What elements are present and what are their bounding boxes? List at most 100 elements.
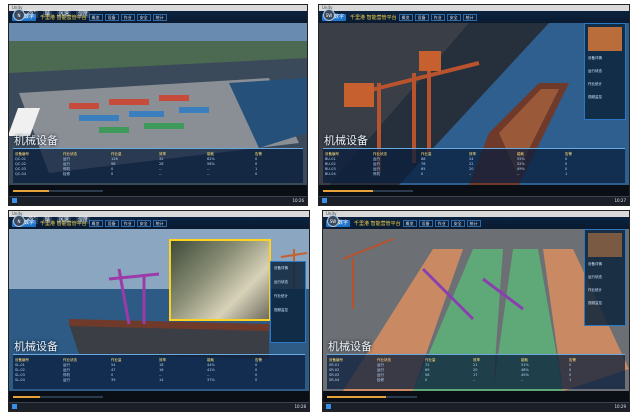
weather-condition: 晴 (42, 9, 52, 18)
table-column: 设备编号 BU-01 BU-02 BU-03 BU-04 (325, 152, 339, 176)
nav-equipment[interactable]: 设备 (104, 219, 119, 227)
side-label[interactable]: 视频监控 (274, 308, 288, 313)
weather-humidity: 湿度 (75, 9, 90, 18)
compass-icon[interactable]: SW (327, 215, 339, 227)
equipment-table: 设备编号 SR-01 SR-02 SR-03 SR-04 作业状态 运行 运行 运行 检修 作业… (327, 354, 625, 389)
nav-safety[interactable]: 安全 (446, 13, 461, 21)
app-title: 千里港 智能营管平台 (354, 220, 401, 227)
windows-start-icon[interactable] (326, 404, 331, 409)
screenshot-panel-crane: Unity 港口数字 千里港 智能营管平台 概览 设备 作业 安全 统计 SW … (318, 4, 630, 206)
section-title: 机械设备 (328, 340, 372, 353)
app-title: 千里港 智能营管平台 (350, 14, 397, 21)
nav-safety[interactable]: 安全 (450, 219, 465, 227)
screenshot-panel-loader: Unity 港口数字 千里港 智能营管平台 概览 设备 作业 安全 统计 N 2… (8, 210, 310, 412)
nav-statistics[interactable]: 统计 (462, 13, 477, 21)
table-column: 告警 0 0 0 1 (565, 152, 572, 176)
table-column: 设备编号 QC-01 QC-02 QC-03 QC-04 (15, 152, 29, 176)
os-taskbar: 10:27 (319, 196, 629, 205)
nav-safety[interactable]: 安全 (136, 219, 151, 227)
nav-overview[interactable]: 概览 (398, 13, 413, 21)
os-taskbar: 10:29 (323, 402, 629, 411)
timeline-progress[interactable] (13, 190, 103, 192)
windows-start-icon[interactable] (322, 198, 327, 203)
equipment-thumbnail (588, 233, 622, 257)
taskbar-clock: 10:27 (614, 198, 626, 203)
weather-temp: 26° (25, 215, 38, 224)
camera-feed-overlay[interactable] (169, 239, 271, 321)
taskbar-clock: 10:28 (294, 404, 306, 409)
nav-statistics[interactable]: 统计 (152, 219, 167, 227)
os-taskbar: 10:26 (9, 196, 307, 205)
side-label: 设备详情 (588, 56, 602, 60)
nav-equipment[interactable]: 设备 (418, 219, 433, 227)
side-label: 运行状态 (588, 69, 602, 73)
table-column: 作业状态 运行 运行 运行 检修 (377, 358, 391, 382)
table-column: 作业量 54 47 0 39 (111, 358, 122, 382)
nav-statistics[interactable]: 统计 (152, 13, 167, 21)
table-column: 告警 0 0 0 1 (569, 358, 576, 382)
side-label: 作业统计 (588, 288, 602, 292)
table-column: 效率 18 16 -- 14 (159, 358, 166, 382)
nav-equipment[interactable]: 设备 (414, 13, 429, 21)
equipment-detail-panel: 设备详情 运行状态 作业统计 视频监控 (584, 23, 626, 120)
table-column: 能耗 55% 52% 49% -- (517, 152, 525, 176)
table-column: 效率 21 20 17 -- (473, 358, 480, 382)
weather-temp: 26° (25, 9, 38, 18)
table-column: 作业量 126 98 0 0 (111, 152, 122, 176)
table-column: 效率 24 22 20 -- (469, 152, 476, 176)
weather-humidity: 湿度 (75, 215, 90, 224)
equipment-table: 设备编号 BU-01 BU-02 BU-03 BU-04 作业状态 运行 运行 运行 停机 作业… (323, 148, 625, 183)
nav-operations[interactable]: 作业 (434, 219, 449, 227)
nav-overview[interactable]: 概览 (402, 219, 417, 227)
side-label: 运行状态 (274, 280, 288, 284)
side-label: 设备详情 (274, 266, 288, 270)
nav-statistics[interactable]: 统计 (466, 219, 481, 227)
section-title: 机械设备 (14, 340, 58, 353)
table-column: 设备编号 SR-01 SR-02 SR-03 SR-04 (329, 358, 343, 382)
nav-operations[interactable]: 作业 (120, 13, 135, 21)
os-taskbar: 10:28 (9, 402, 309, 411)
nav-equipment[interactable]: 设备 (104, 13, 119, 21)
table-column: 作业状态 运行 运行 运行 停机 (373, 152, 387, 176)
table-column: 作业状态 运行 运行 停机 运行 (63, 358, 77, 382)
table-column: 效率 32 28 -- -- (159, 152, 166, 176)
nav-safety[interactable]: 安全 (136, 13, 151, 21)
equipment-thumbnail (588, 27, 622, 51)
screenshot-panel-stockyard: Unity 港口数字 千里港 智能营管平台 概览 设备 作业 安全 统计 SW … (322, 210, 630, 412)
table-column: 告警 0 0 0 0 (255, 358, 262, 382)
compass-icon[interactable]: N (13, 215, 25, 227)
equipment-detail-panel: 设备详情 运行状态 作业统计 视频监控 (584, 229, 626, 326)
nav-operations[interactable]: 作业 (430, 13, 445, 21)
table-column: 作业状态 运行 运行 停机 检修 (63, 152, 77, 176)
section-title: 机械设备 (14, 134, 58, 147)
side-label: 作业统计 (274, 294, 288, 298)
timeline-progress[interactable] (327, 396, 417, 398)
side-label: 设备详情 (588, 262, 602, 266)
side-label: 运行状态 (588, 275, 602, 279)
windows-start-icon[interactable] (12, 404, 17, 409)
side-label[interactable]: 视频监控 (588, 301, 602, 306)
table-column: 作业量 72 69 58 0 (425, 358, 436, 382)
weather-condition: 晴 (42, 215, 52, 224)
equipment-table: 设备编号 QC-01 QC-02 QC-03 QC-04 作业状态 运行 运行 停机 检修 作业… (13, 148, 303, 183)
timeline-progress[interactable] (323, 190, 413, 192)
compass-icon[interactable]: N (13, 9, 25, 21)
nav-overview[interactable]: 概览 (88, 13, 103, 21)
weather-wind: 风速 (56, 215, 71, 224)
screenshot-panel-overview: Unity 港口数字 千里港 智能营管平台 概览 设备 作业 安全 统计 N 2… (8, 4, 308, 206)
timeline-progress[interactable] (13, 396, 103, 398)
table-column: 能耗 62% 58% -- -- (207, 152, 215, 176)
table-column: 能耗 44% 41% -- 37% (207, 358, 215, 382)
taskbar-clock: 10:29 (614, 404, 626, 409)
side-label: 作业统计 (588, 82, 602, 86)
weather-bar: 26° 晴 风速 湿度 (25, 9, 90, 18)
windows-start-icon[interactable] (12, 198, 17, 203)
table-column: 告警 0 0 1 0 (255, 152, 262, 176)
compass-icon[interactable]: SW (323, 9, 335, 21)
table-column: 作业量 88 76 65 0 (421, 152, 432, 176)
nav-operations[interactable]: 作业 (120, 219, 135, 227)
table-column: 设备编号 SL-01 SL-02 SL-03 SL-04 (15, 358, 29, 382)
side-label[interactable]: 视频监控 (588, 95, 602, 100)
nav-overview[interactable]: 概览 (88, 219, 103, 227)
equipment-detail-panel: 设备详情 运行状态 作业统计 视频监控 (270, 261, 306, 343)
